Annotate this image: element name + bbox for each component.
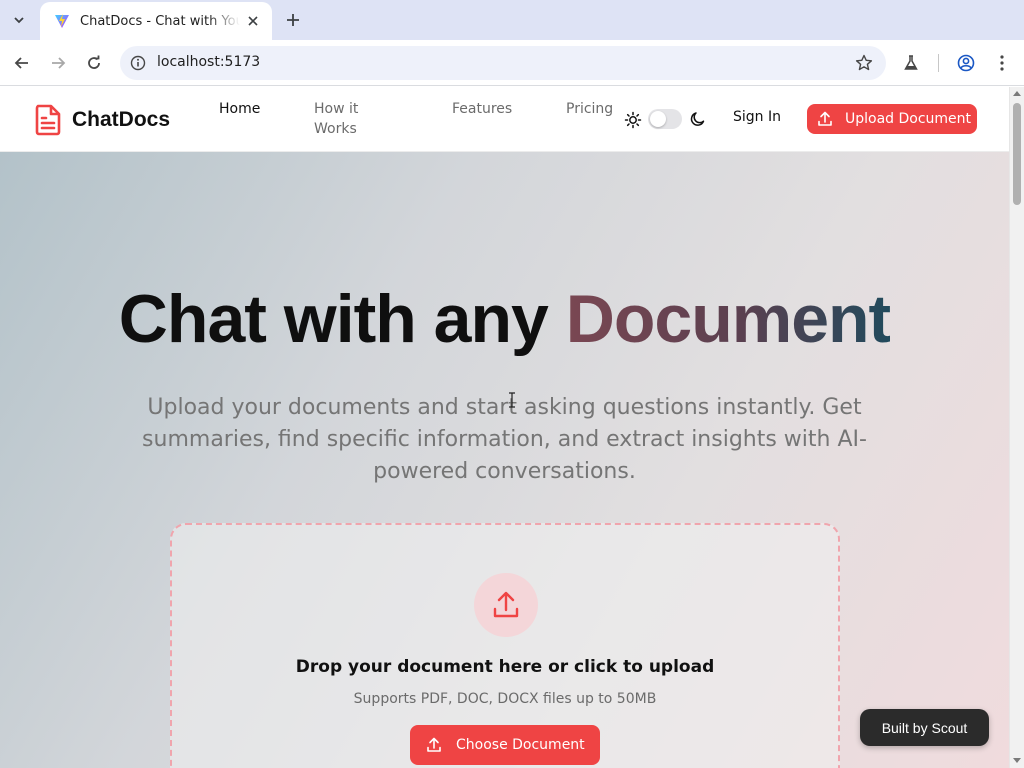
page-viewport: ChatDocs Home How it Works Features Pric… <box>0 87 1024 768</box>
browser-tab-active[interactable]: ChatDocs - Chat with Your Documents <box>40 2 272 40</box>
sun-icon <box>624 111 642 129</box>
hero-title: Chat with any Document <box>0 280 1009 358</box>
logo-text: ChatDocs <box>72 108 171 131</box>
upload-icon <box>493 591 519 618</box>
site-logo[interactable]: ChatDocs <box>34 104 170 136</box>
site-info-icon[interactable] <box>128 53 148 73</box>
nav-pricing[interactable]: Pricing <box>566 99 613 119</box>
bookmark-star-icon[interactable] <box>854 53 874 73</box>
dropzone-title: Drop your document here or click to uplo… <box>295 657 715 677</box>
arrow-left-icon <box>14 57 28 69</box>
nav-how-it-works[interactable]: How it Works <box>314 99 374 139</box>
hero-title-accent: Document <box>565 281 891 357</box>
header-upload-button[interactable]: Upload Document <box>807 104 977 134</box>
dropzone-icon-circle <box>474 573 538 637</box>
upload-dropzone[interactable]: Drop your document here or click to uplo… <box>170 523 840 768</box>
new-tab-button[interactable] <box>281 8 305 32</box>
toolbar-separator <box>938 54 939 72</box>
theme-toggle-switch[interactable] <box>648 109 682 129</box>
text-cursor-icon <box>509 392 515 408</box>
chevron-down-icon <box>14 17 24 24</box>
hero-section: Chat with any Document Upload your docum… <box>0 152 1009 768</box>
browser-toolbar: localhost:5173 <box>0 40 1024 86</box>
document-icon <box>35 104 61 136</box>
built-by-scout-badge[interactable]: Built by Scout <box>860 709 989 746</box>
close-icon <box>248 16 258 26</box>
choose-document-button[interactable]: Choose Document <box>410 725 600 765</box>
arrow-right-icon <box>52 57 66 69</box>
nav-features[interactable]: Features <box>452 99 512 119</box>
sign-in-link[interactable]: Sign In <box>733 109 781 125</box>
tab-title: ChatDocs - Chat with Your Documents <box>80 13 240 29</box>
vite-logo-icon <box>55 14 69 28</box>
nav-home[interactable]: Home <box>219 99 260 119</box>
more-vertical-icon <box>1000 55 1004 71</box>
reload-icon <box>88 55 100 69</box>
scroll-up-arrow-icon[interactable] <box>1013 91 1021 96</box>
site-header: ChatDocs Home How it Works Features Pric… <box>0 87 1009 152</box>
moon-icon <box>690 112 705 126</box>
labs-flask-button[interactable] <box>897 49 925 77</box>
reload-button[interactable] <box>80 49 108 77</box>
toggle-knob <box>650 111 666 127</box>
dropzone-subtitle: Supports PDF, DOC, DOCX files up to 50MB <box>353 691 657 707</box>
upload-icon <box>427 737 441 752</box>
browser-tab-bar: ChatDocs - Chat with Your Documents <box>0 0 1024 40</box>
account-circle-icon <box>957 54 975 72</box>
tab-search-menu-button[interactable] <box>6 8 32 32</box>
browser-menu-button[interactable] <box>988 49 1016 77</box>
scroll-down-arrow-icon[interactable] <box>1013 758 1021 763</box>
back-button[interactable] <box>8 49 36 77</box>
url-text[interactable]: localhost:5173 <box>157 54 260 70</box>
tab-close-button[interactable] <box>244 12 262 30</box>
hero-title-main: Chat with any <box>118 281 566 357</box>
address-bar[interactable]: localhost:5173 <box>120 46 886 80</box>
hero-subtitle: Upload your documents and start asking q… <box>142 395 867 484</box>
flask-icon <box>904 55 918 70</box>
profile-button[interactable] <box>952 49 980 77</box>
page-scrollbar[interactable] <box>1009 87 1024 768</box>
header-upload-label: Upload Document <box>845 111 972 127</box>
choose-document-label: Choose Document <box>456 737 585 753</box>
forward-button[interactable] <box>44 49 72 77</box>
upload-icon <box>818 111 832 126</box>
plus-icon <box>287 14 299 26</box>
scrollbar-thumb[interactable] <box>1013 103 1021 205</box>
